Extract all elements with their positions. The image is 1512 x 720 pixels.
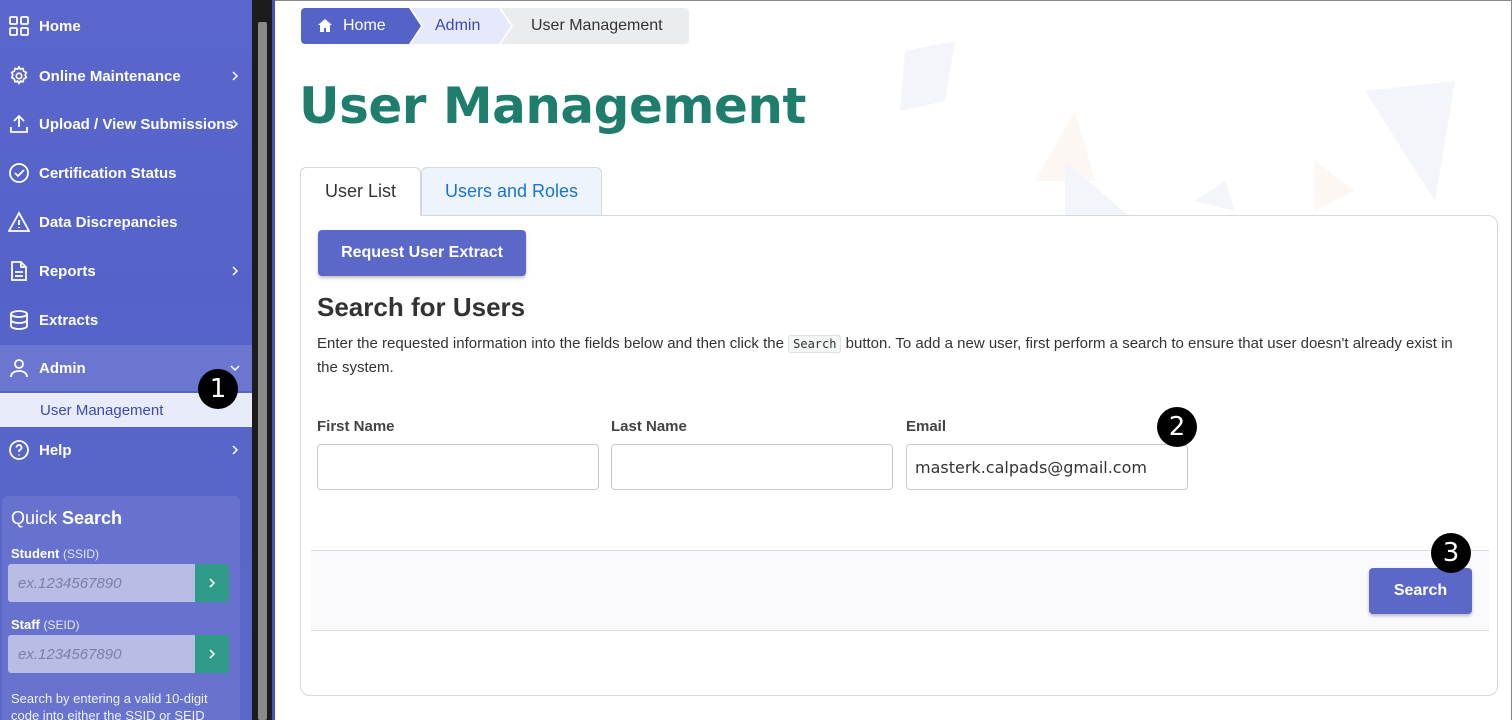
- breadcrumb-home[interactable]: Home: [301, 8, 421, 44]
- email-label: Email: [906, 418, 947, 435]
- breadcrumb-admin[interactable]: Admin: [411, 8, 511, 44]
- sidebar-item-label: Admin: [39, 359, 86, 377]
- sidebar-item-label: Help: [39, 441, 72, 459]
- sidebar-item-label: Data Discrepancies: [39, 213, 178, 231]
- search-button[interactable]: Search: [1369, 568, 1472, 614]
- main-content: Home Admin User Management User Manageme…: [275, 0, 1512, 720]
- sidebar-item-extracts[interactable]: Extracts: [0, 297, 252, 343]
- step-marker-3: 3: [1431, 533, 1471, 573]
- quick-search-title: Quick Search: [11, 508, 123, 528]
- student-label: Student (SSID): [11, 546, 100, 561]
- sidebar-item-label: Reports: [39, 262, 96, 280]
- page-title: User Management: [299, 77, 806, 135]
- search-code-inline: Search: [788, 335, 842, 353]
- sidebar-subitem-label: User Management: [40, 402, 164, 419]
- breadcrumb-current: User Management: [501, 8, 689, 44]
- first-name-input[interactable]: [317, 444, 599, 490]
- action-bar: Search: [311, 550, 1489, 631]
- request-user-extract-button[interactable]: Request User Extract: [318, 230, 526, 276]
- chevron-right-icon: [209, 649, 216, 659]
- chevron-down-icon: [230, 365, 240, 372]
- tab-user-list[interactable]: User List: [300, 167, 421, 216]
- step-marker-2: 2: [1157, 407, 1197, 447]
- sidebar-item-label: Upload / View Submissions: [39, 115, 234, 133]
- sidebar-item-data-discrepancies[interactable]: Data Discrepancies: [0, 199, 252, 245]
- grid-icon: [8, 15, 30, 37]
- document-icon: [8, 260, 30, 282]
- staff-label: Staff (SEID): [11, 617, 80, 632]
- sidebar-scrollbar-thumb[interactable]: [258, 22, 267, 720]
- sidebar-item-upload[interactable]: Upload / View Submissions: [0, 101, 252, 147]
- user-icon: [8, 357, 30, 379]
- chevron-right-icon: [232, 266, 239, 276]
- staff-seid-input[interactable]: [8, 635, 195, 673]
- sidebar-item-label: Certification Status: [39, 164, 177, 182]
- gear-icon: [8, 65, 30, 87]
- check-circle-icon: [8, 162, 30, 184]
- quick-search-help: Search by entering a valid 10-digit code…: [11, 691, 208, 720]
- sidebar-item-label: Extracts: [39, 311, 99, 329]
- student-ssid-input[interactable]: [8, 564, 195, 602]
- help-icon: [8, 439, 30, 461]
- quick-search-panel: Quick Search Student (SSID) Staff (SEID)…: [2, 496, 240, 720]
- chevron-right-icon: [209, 578, 216, 588]
- warning-icon: [8, 211, 30, 233]
- chevron-right-icon: [232, 71, 239, 81]
- sidebar-item-help[interactable]: Help: [0, 427, 252, 473]
- sidebar-item-home[interactable]: Home: [0, 3, 252, 49]
- instructions-text: Enter the requested information into the…: [317, 335, 1453, 376]
- email-input[interactable]: [906, 444, 1188, 490]
- chevron-right-icon: [232, 119, 239, 129]
- first-name-label: First Name: [317, 418, 395, 435]
- upload-icon: [8, 113, 30, 135]
- sidebar: Home Online Maintenance Upload / View Su…: [0, 0, 252, 720]
- breadcrumb-home-label: Home: [343, 17, 386, 34]
- last-name-input[interactable]: [611, 444, 893, 490]
- tab-users-and-roles[interactable]: Users and Roles: [421, 167, 602, 216]
- user-list-panel: Request User Extract Search for Users En…: [300, 215, 1498, 696]
- student-search-button[interactable]: [195, 564, 229, 602]
- sidebar-item-online-maintenance[interactable]: Online Maintenance: [0, 53, 252, 99]
- staff-search-button[interactable]: [195, 635, 229, 673]
- breadcrumb-current-label: User Management: [531, 17, 663, 34]
- search-heading: Search for Users: [317, 292, 526, 322]
- sidebar-item-reports[interactable]: Reports: [0, 248, 252, 294]
- last-name-label: Last Name: [611, 418, 687, 435]
- sidebar-item-certification-status[interactable]: Certification Status: [0, 150, 252, 196]
- sidebar-item-label: Online Maintenance: [39, 67, 181, 85]
- step-marker-1: 1: [198, 369, 238, 409]
- chevron-right-icon: [232, 445, 239, 455]
- breadcrumb-admin-label: Admin: [435, 17, 481, 34]
- sidebar-item-label: Home: [39, 17, 81, 35]
- home-icon: [318, 19, 332, 32]
- database-icon: [8, 309, 30, 331]
